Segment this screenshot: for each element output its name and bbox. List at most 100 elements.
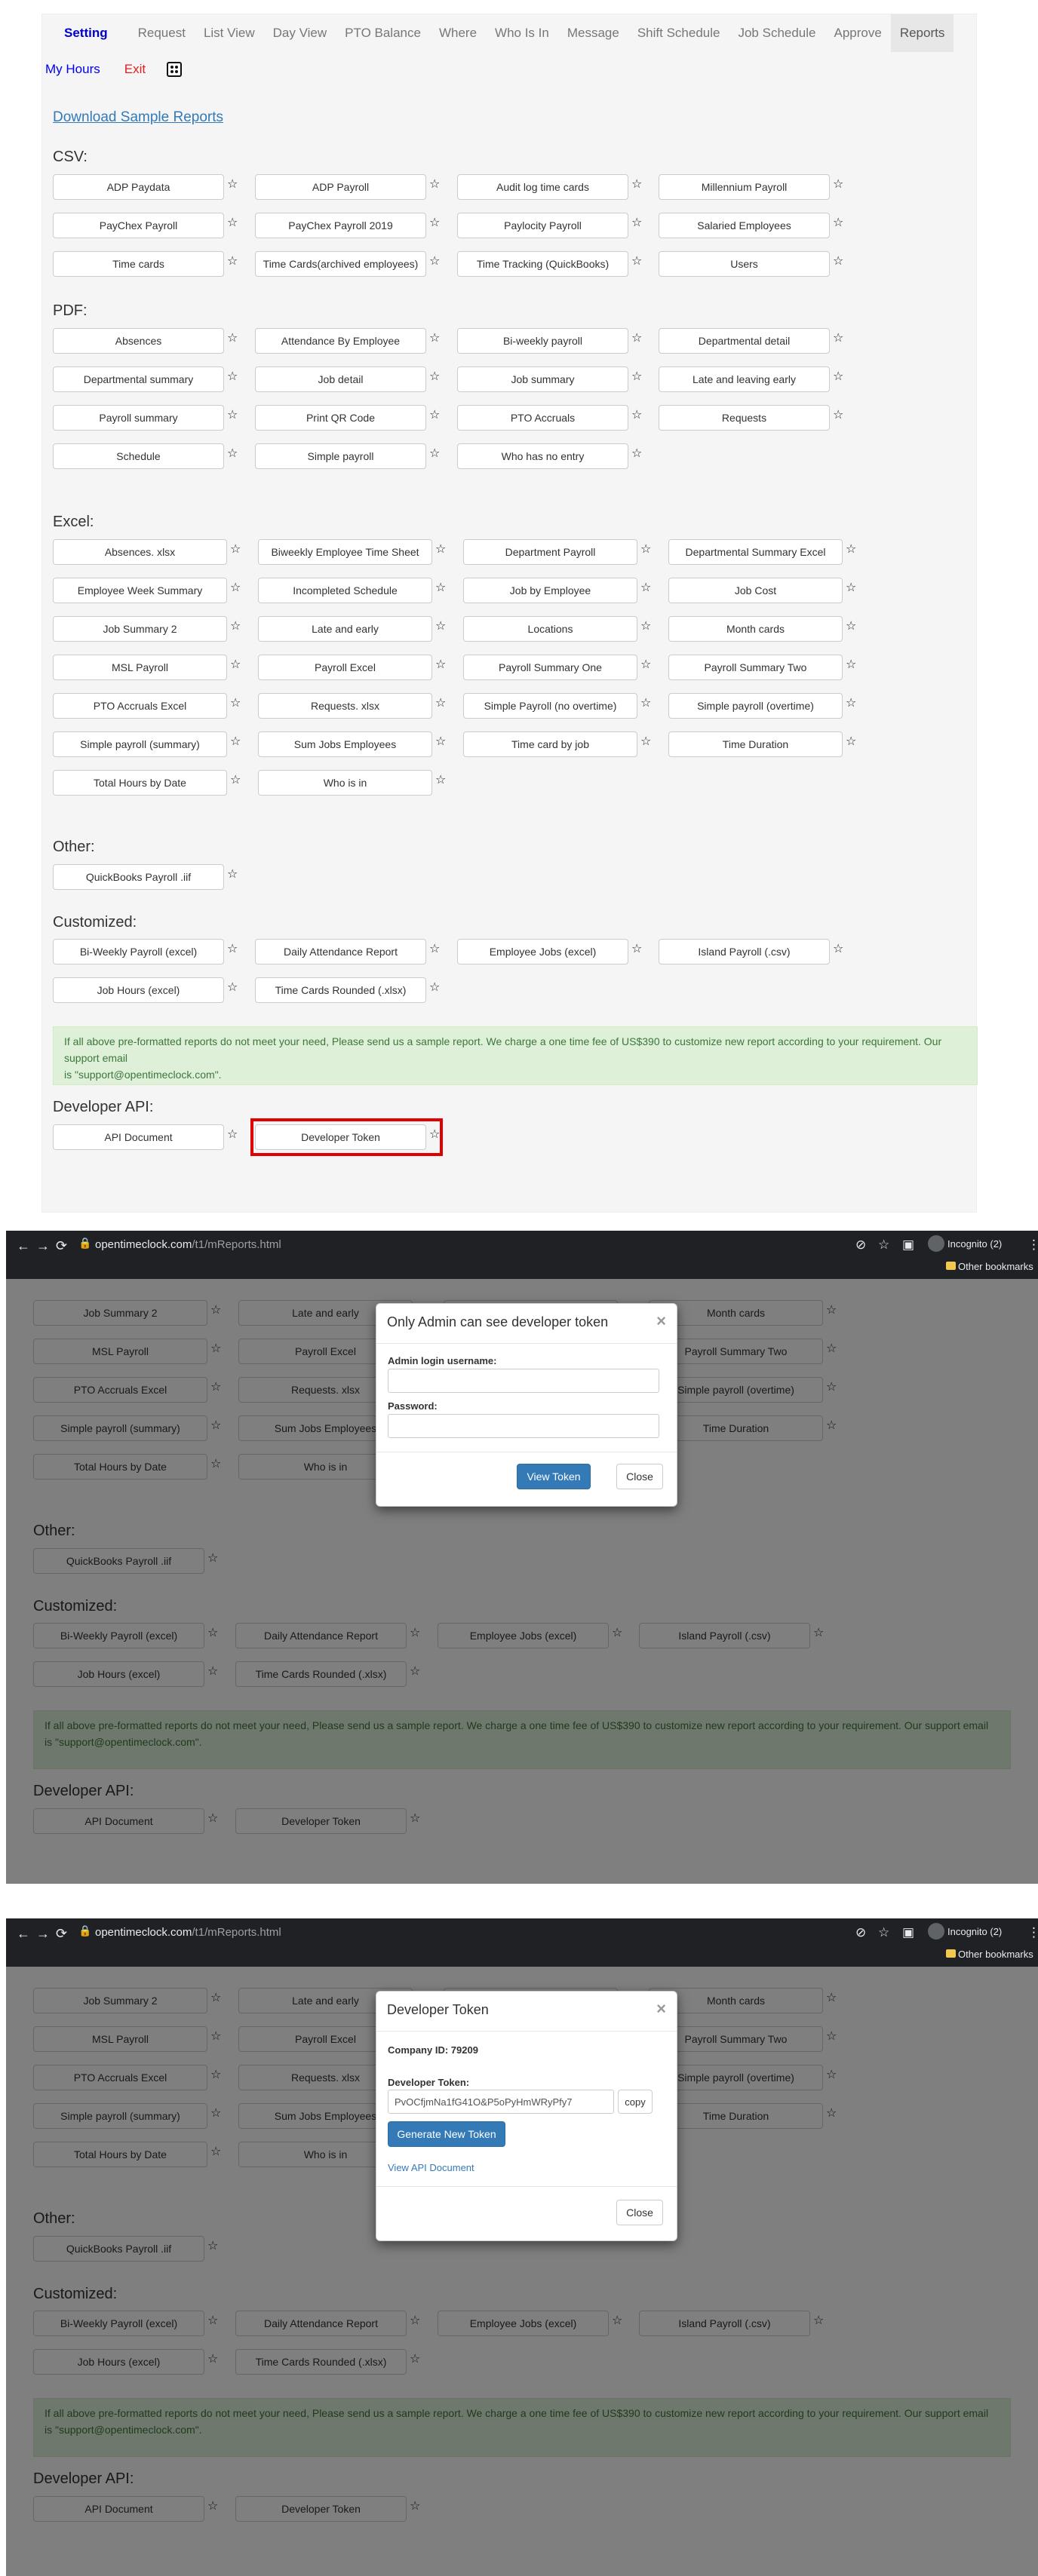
nav-item-reports[interactable]: Reports <box>890 14 954 52</box>
report-button-payroll-summary-two[interactable]: Payroll Summary Two <box>668 655 843 680</box>
report-button-who-has-no-entry[interactable]: Who has no entry <box>457 443 628 469</box>
browser-menu-icon[interactable]: ⋮ <box>1027 1925 1038 1940</box>
download-sample-reports-link[interactable]: Download Sample Reports <box>53 109 223 126</box>
other-bookmarks[interactable]: Other bookmarks <box>958 1949 1033 1960</box>
report-button-sum-jobs-employees[interactable]: Sum Jobs Employees <box>258 731 432 757</box>
favorite-star-icon[interactable]: ☆ <box>631 371 642 383</box>
favorite-star-icon[interactable]: ☆ <box>429 179 440 191</box>
report-button-pto-accruals-excel[interactable]: PTO Accruals Excel <box>53 693 227 719</box>
close-icon[interactable]: × <box>656 1999 666 2019</box>
favorite-star-icon[interactable]: ☆ <box>230 544 241 556</box>
nav-brand-setting[interactable]: Setting <box>42 14 129 52</box>
view-token-button[interactable]: View Token <box>517 1464 591 1489</box>
favorite-star-icon[interactable]: ☆ <box>631 448 642 460</box>
favorite-star-icon[interactable]: ☆ <box>833 333 843 345</box>
nav-item-job-schedule[interactable]: Job Schedule <box>729 14 825 52</box>
report-button-millennium-payroll[interactable]: Millennium Payroll <box>659 174 830 200</box>
incognito-avatar-icon[interactable] <box>928 1235 944 1252</box>
report-button-departmental-detail[interactable]: Departmental detail <box>659 328 830 354</box>
report-button-simple-payroll-summary[interactable]: Simple payroll (summary) <box>53 731 227 757</box>
report-button-print-qr-code[interactable]: Print QR Code <box>255 405 426 431</box>
report-button-time-cards[interactable]: Time cards <box>53 251 224 277</box>
favorite-star-icon[interactable]: ☆ <box>227 869 238 881</box>
report-button-absences-xlsx[interactable]: Absences. xlsx <box>53 539 227 565</box>
favorite-star-icon[interactable]: ☆ <box>429 256 440 268</box>
report-button-salaried-employees[interactable]: Salaried Employees <box>659 213 830 238</box>
favorite-star-icon[interactable]: ☆ <box>833 256 843 268</box>
favorite-star-icon[interactable]: ☆ <box>846 544 856 556</box>
favorite-star-icon[interactable]: ☆ <box>833 371 843 383</box>
report-button-time-card-by-job[interactable]: Time card by job <box>463 731 637 757</box>
favorite-star-icon[interactable]: ☆ <box>833 409 843 422</box>
copy-button[interactable]: copy <box>618 2090 653 2114</box>
nav-item-where[interactable]: Where <box>430 14 486 52</box>
favorite-star-icon[interactable]: ☆ <box>227 943 238 955</box>
favorite-star-icon[interactable]: ☆ <box>435 544 446 556</box>
favorite-star-icon[interactable]: ☆ <box>429 982 440 994</box>
close-button[interactable]: Close <box>616 1464 663 1489</box>
report-button-msl-payroll[interactable]: MSL Payroll <box>53 655 227 680</box>
favorite-star-icon[interactable]: ☆ <box>833 179 843 191</box>
report-button-total-hours-by-date[interactable]: Total Hours by Date <box>53 770 227 796</box>
browser-menu-icon[interactable]: ⋮ <box>1027 1237 1038 1253</box>
address-bar[interactable]: opentimeclock.com/t1/mReports.html <box>95 1926 281 1939</box>
report-button-job-hours-excel[interactable]: Job Hours (excel) <box>53 977 224 1003</box>
report-button-employee-jobs-excel[interactable]: Employee Jobs (excel) <box>457 939 628 964</box>
favorite-star-icon[interactable]: ☆ <box>640 582 651 594</box>
close-button[interactable]: Close <box>616 2200 663 2225</box>
report-button-employee-week-summary[interactable]: Employee Week Summary <box>53 578 227 603</box>
report-button-job-summary[interactable]: Job summary <box>457 366 628 392</box>
address-bar[interactable]: opentimeclock.com/t1/mReports.html <box>95 1238 281 1251</box>
favorite-star-icon[interactable]: ☆ <box>230 698 241 710</box>
favorite-star-icon[interactable]: ☆ <box>640 698 651 710</box>
report-button-simple-payroll-no-overtime[interactable]: Simple Payroll (no overtime) <box>463 693 637 719</box>
report-button-quickbooks-payroll-iif[interactable]: QuickBooks Payroll .iif <box>53 864 224 890</box>
report-button-simple-payroll-overtime[interactable]: Simple payroll (overtime) <box>668 693 843 719</box>
favorite-star-icon[interactable]: ☆ <box>631 333 642 345</box>
favorite-star-icon[interactable]: ☆ <box>230 774 241 787</box>
favorite-star-icon[interactable]: ☆ <box>631 943 642 955</box>
report-button-incompleted-schedule[interactable]: Incompleted Schedule <box>258 578 432 603</box>
star-bookmark-icon[interactable]: ☆ <box>878 1925 889 1940</box>
report-button-users[interactable]: Users <box>659 251 830 277</box>
report-button-audit-log-time-cards[interactable]: Audit log time cards <box>457 174 628 200</box>
report-button-time-cards-archived-employees[interactable]: Time Cards(archived employees) <box>255 251 426 277</box>
favorite-star-icon[interactable]: ☆ <box>833 217 843 229</box>
favorite-star-icon[interactable]: ☆ <box>631 217 642 229</box>
favorite-star-icon[interactable]: ☆ <box>429 371 440 383</box>
my-hours-link[interactable]: My Hours <box>45 62 100 77</box>
nav-item-shift-schedule[interactable]: Shift Schedule <box>628 14 729 52</box>
favorite-star-icon[interactable]: ☆ <box>227 256 238 268</box>
report-button-paychex-payroll-2019[interactable]: PayChex Payroll 2019 <box>255 213 426 238</box>
side-panel-icon[interactable]: ▣ <box>902 1237 914 1253</box>
favorite-star-icon[interactable]: ☆ <box>435 621 446 633</box>
favorite-star-icon[interactable]: ☆ <box>435 774 446 787</box>
report-button-absences[interactable]: Absences <box>53 328 224 354</box>
nav-item-day-view[interactable]: Day View <box>264 14 336 52</box>
report-button-department-payroll[interactable]: Department Payroll <box>463 539 637 565</box>
report-button-payroll-excel[interactable]: Payroll Excel <box>258 655 432 680</box>
back-arrow-icon[interactable]: ← <box>17 1238 30 1254</box>
favorite-star-icon[interactable]: ☆ <box>435 659 446 671</box>
nav-item-list-view[interactable]: List View <box>195 14 264 52</box>
report-button-job-summary-2[interactable]: Job Summary 2 <box>53 616 227 642</box>
favorite-star-icon[interactable]: ☆ <box>640 621 651 633</box>
nav-item-approve[interactable]: Approve <box>825 14 891 52</box>
favorite-star-icon[interactable]: ☆ <box>429 448 440 460</box>
report-button-time-cards-rounded-xlsx[interactable]: Time Cards Rounded (.xlsx) <box>255 977 426 1003</box>
tracking-off-icon[interactable]: ⊘ <box>855 1925 866 1940</box>
favorite-star-icon[interactable]: ☆ <box>230 736 241 748</box>
admin-password-input[interactable] <box>388 1414 659 1438</box>
forward-arrow-icon[interactable]: → <box>36 1926 50 1942</box>
favorite-star-icon[interactable]: ☆ <box>227 409 238 422</box>
favorite-star-icon[interactable]: ☆ <box>640 544 651 556</box>
favorite-star-icon[interactable]: ☆ <box>846 659 856 671</box>
incognito-label[interactable]: Incognito (2) <box>947 1238 1002 1250</box>
forward-arrow-icon[interactable]: → <box>36 1238 50 1254</box>
star-bookmark-icon[interactable]: ☆ <box>878 1237 889 1253</box>
tracking-off-icon[interactable]: ⊘ <box>855 1237 866 1253</box>
report-button-simple-payroll[interactable]: Simple payroll <box>255 443 426 469</box>
nav-item-message[interactable]: Message <box>558 14 628 52</box>
favorite-star-icon[interactable]: ☆ <box>435 698 446 710</box>
favorite-star-icon[interactable]: ☆ <box>227 217 238 229</box>
